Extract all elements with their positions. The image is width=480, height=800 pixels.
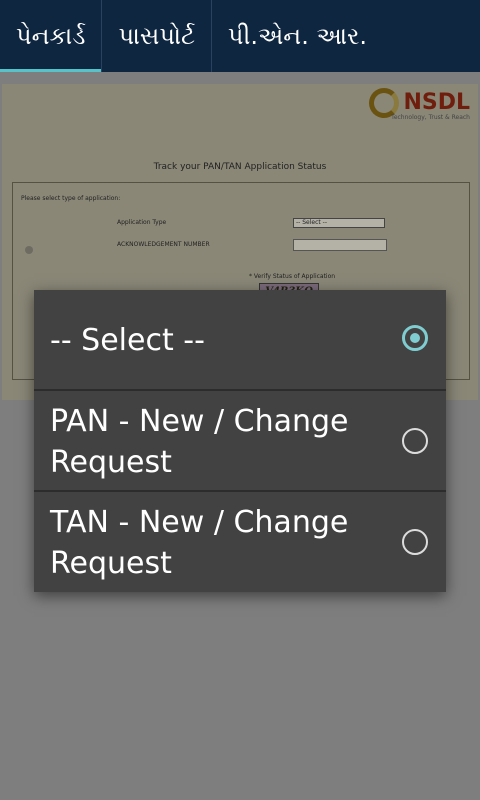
form-hint: Please select type of application: xyxy=(21,195,121,202)
tab-label: પી.એન. આર. xyxy=(227,22,368,50)
nsdl-tagline: Technology, Trust & Reach xyxy=(391,114,470,121)
application-type-select[interactable]: -- Select -- xyxy=(293,218,385,228)
select-dialog: -- Select -- PAN - New / Change Request … xyxy=(34,290,446,592)
radio-checked-icon[interactable] xyxy=(402,325,428,351)
radio-unchecked-icon[interactable] xyxy=(402,428,428,454)
captcha-label: * Verify Status of Application xyxy=(249,273,336,280)
option-pan[interactable]: PAN - New / Change Request xyxy=(34,391,446,491)
nsdl-logo-text: NSDL xyxy=(403,90,470,115)
nsdl-logo: NSDL Technology, Trust & Reach xyxy=(369,88,470,121)
tab-label: પાસપોર્ટ xyxy=(118,22,195,50)
tab-bar: પેનકાર્ડ પાસપોર્ટ પી.એન. આર. xyxy=(0,0,480,72)
option-tan[interactable]: TAN - New / Change Request xyxy=(34,492,446,592)
option-select[interactable]: -- Select -- xyxy=(34,290,446,390)
page-title: Track your PAN/TAN Application Status xyxy=(153,162,327,172)
option-label: TAN - New / Change Request xyxy=(50,505,349,581)
tab-pancard[interactable]: પેનકાર્ડ xyxy=(0,0,102,72)
ack-number-input[interactable] xyxy=(293,239,387,251)
radio-unchecked-icon[interactable] xyxy=(402,529,428,555)
option-label: -- Select -- xyxy=(50,323,205,358)
tab-pnr[interactable]: પી.એન. આર. xyxy=(212,0,383,72)
option-label: PAN - New / Change Request xyxy=(50,404,349,480)
application-type-label: Application Type xyxy=(117,219,167,226)
tab-label: પેનકાર્ડ xyxy=(16,22,86,50)
tab-passport[interactable]: પાસપોર્ટ xyxy=(102,0,210,72)
radio-icon xyxy=(25,246,33,254)
ack-number-label: ACKNOWLEDGEMENT NUMBER xyxy=(117,241,210,248)
